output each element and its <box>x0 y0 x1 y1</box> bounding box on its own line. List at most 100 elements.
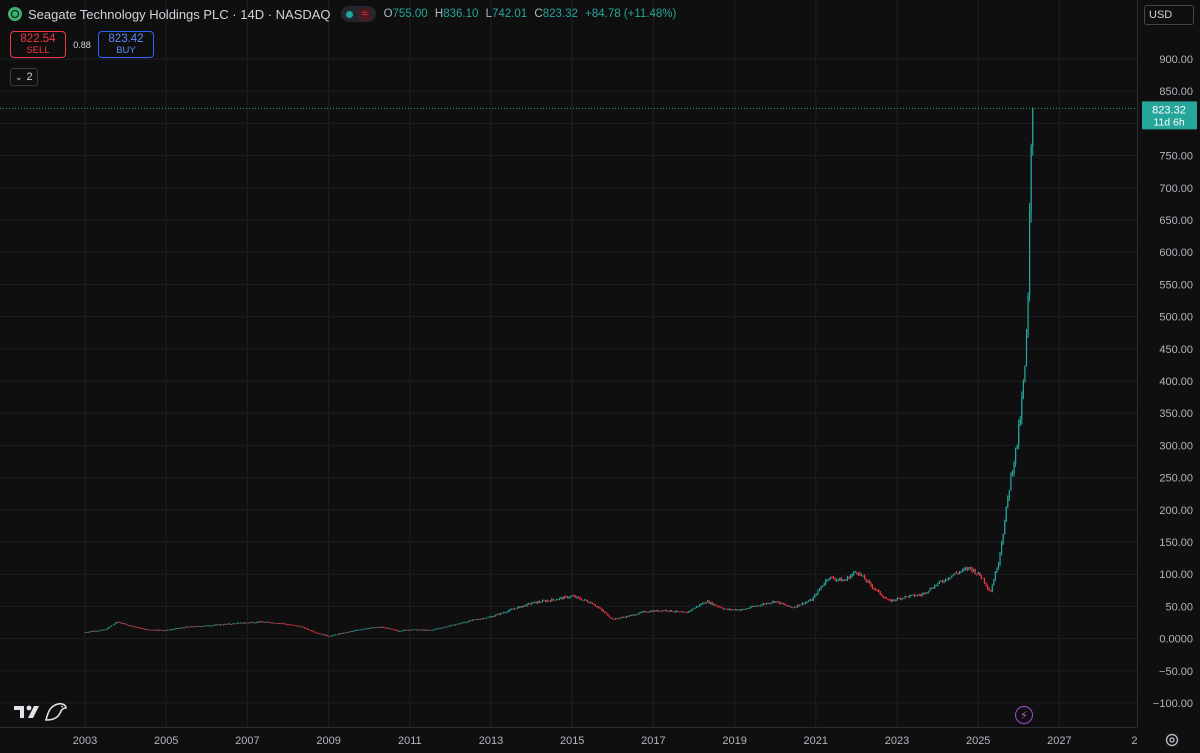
currency-button[interactable]: USD <box>1144 5 1194 25</box>
y-tick-label: 350.00 <box>1159 408 1193 420</box>
market-status[interactable]: ≈ <box>340 6 376 22</box>
candle-body <box>263 621 265 623</box>
gear-icon[interactable] <box>1164 732 1180 748</box>
candle-body <box>770 602 772 604</box>
candle-body <box>320 633 323 635</box>
candle-body <box>588 602 590 604</box>
candle-body <box>408 629 410 631</box>
candle-body <box>166 629 169 631</box>
candle-body <box>361 629 363 630</box>
candle-body <box>459 623 461 625</box>
candle-body <box>532 602 534 604</box>
candle-body <box>1002 534 1004 544</box>
candle-body <box>703 602 705 604</box>
symbol-header: Seagate Technology Holdings PLC · 14D · … <box>8 6 680 22</box>
candle-body <box>745 608 747 610</box>
candle-body <box>664 610 667 611</box>
buy-button[interactable]: 823.42 BUY <box>98 31 154 58</box>
candle-body <box>979 572 981 576</box>
candle-body <box>496 613 498 615</box>
candle-body <box>154 629 156 631</box>
candle-body <box>341 633 343 635</box>
candle-body <box>985 582 987 586</box>
candle-body <box>124 623 127 625</box>
candle-body <box>787 605 789 607</box>
candle-body <box>400 630 402 632</box>
candle-body <box>968 567 970 570</box>
price-axis[interactable]: 900.00850.00800.00750.00700.00650.00600.… <box>1137 0 1200 727</box>
candle-body <box>993 580 995 586</box>
candle-body <box>832 577 835 579</box>
candle-body <box>747 608 749 610</box>
candle-body <box>734 609 737 611</box>
candle-body <box>641 611 643 613</box>
candle-body <box>686 612 688 614</box>
candle-body <box>244 622 246 624</box>
candle-body <box>899 598 902 600</box>
candle-body <box>927 591 930 593</box>
candle-body <box>277 623 279 625</box>
candle-body <box>221 624 223 626</box>
time-axis[interactable]: 2003 2005 2007 2009 2011 2013 2015 2017 2019 2021… <box>0 727 1137 753</box>
candle-body <box>499 612 502 615</box>
price-chart[interactable] <box>0 0 1137 727</box>
candle-body <box>394 629 396 631</box>
chart-pane[interactable] <box>0 0 1137 727</box>
candle-body <box>622 617 625 618</box>
candle-body <box>439 628 441 629</box>
candle-body <box>171 629 173 631</box>
candle-body <box>773 601 775 603</box>
candle-body <box>526 603 528 607</box>
candle-body <box>695 606 698 608</box>
candle-body <box>769 603 771 605</box>
open-value: 755.00 <box>392 8 428 20</box>
x-tick-label: 2011 <box>398 735 422 747</box>
candle-body <box>836 579 838 581</box>
candle-body <box>608 615 611 618</box>
y-tick-label: 850.00 <box>1159 86 1193 98</box>
tradingview-logo-icon[interactable] <box>12 698 68 724</box>
candle-body <box>624 617 626 618</box>
candle-body <box>776 601 779 603</box>
candle-body <box>249 622 251 624</box>
candle-body <box>141 628 144 630</box>
candle-body <box>862 575 864 577</box>
candle-body <box>756 605 758 607</box>
x-tick-label: 2023 <box>885 735 909 747</box>
candle-body <box>134 626 136 628</box>
candle-body <box>143 628 145 630</box>
sell-button[interactable]: 822.54 SELL <box>10 31 66 58</box>
candle-body <box>454 624 456 626</box>
candle-body <box>916 594 919 596</box>
candle-body <box>324 634 326 636</box>
candle-body <box>268 621 270 623</box>
x-tick-label: 2009 <box>316 735 340 747</box>
candle-body <box>818 589 821 591</box>
candle-body <box>806 601 808 603</box>
candle-body <box>762 603 765 605</box>
candle-body <box>864 575 866 580</box>
candle-body <box>951 575 953 578</box>
candle-body <box>853 571 855 574</box>
candle-body <box>912 594 914 596</box>
candle-body <box>934 585 936 589</box>
candle-body <box>576 596 578 598</box>
lightning-icon[interactable]: ⚡ <box>1015 706 1033 724</box>
candle-body <box>750 606 752 608</box>
candle-body <box>590 602 592 604</box>
candle-body <box>901 597 903 600</box>
candle-body <box>275 623 278 625</box>
candle-body <box>353 630 355 632</box>
candle-body <box>804 602 807 604</box>
candle-body <box>348 631 351 633</box>
candle-body <box>1022 381 1024 398</box>
symbol-title[interactable]: Seagate Technology Holdings PLC · 14D · … <box>28 7 331 22</box>
candle-body <box>1030 145 1032 212</box>
candle-body <box>404 629 407 631</box>
chevron-down-icon: ⌄ <box>15 71 23 82</box>
indicators-toggle-button[interactable]: ⌄ 2 <box>10 68 38 86</box>
candle-body <box>697 606 699 608</box>
market-open-dot-icon <box>345 10 353 18</box>
candle-body <box>457 623 460 625</box>
candle-body <box>915 595 917 597</box>
